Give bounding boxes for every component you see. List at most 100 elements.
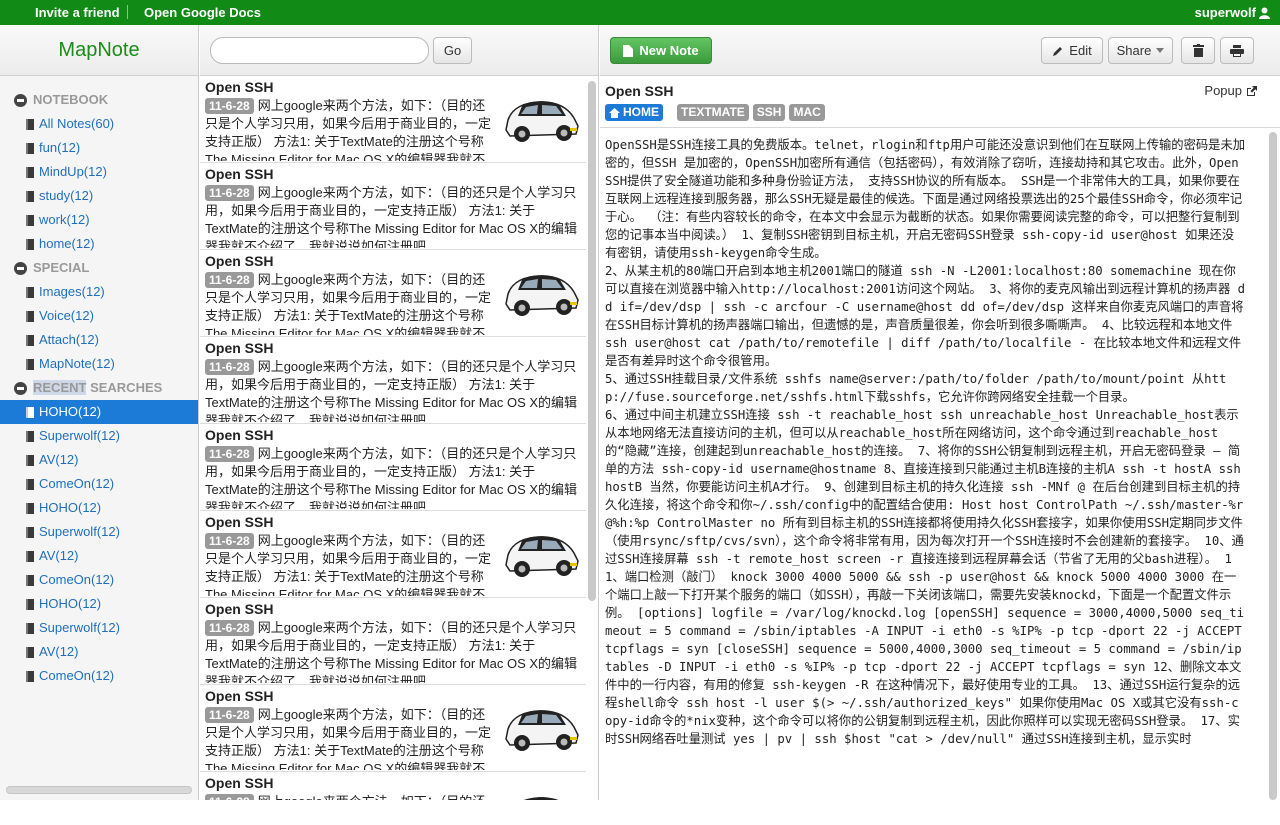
note-list-item[interactable]: Open SSH11-6-28网上google来两个方法，如下：（目的还只是个人… <box>200 163 586 250</box>
notebook-item[interactable]: fun(12) <box>0 136 198 160</box>
print-button[interactable] <box>1220 37 1254 64</box>
note-list-item[interactable]: Open SSH11-6-28网上google来两个方法，如下：（目的还只是个人… <box>200 337 586 424</box>
car-thumbnail-image <box>502 695 582 757</box>
note-item-text: 网上google来两个方法，如下：（目的还只是个人学习只用，如果今后用于商业目的… <box>205 185 578 248</box>
notebook-item[interactable]: MindUp(12) <box>0 160 198 184</box>
collapse-icon[interactable] <box>14 261 27 275</box>
notebook-icon <box>26 238 34 250</box>
toolbar: New Note Edit Share <box>600 25 1280 76</box>
go-button[interactable]: Go <box>433 37 472 64</box>
new-note-button[interactable]: New Note <box>610 37 712 64</box>
note-item-snippet: 11-6-28网上google来两个方法，如下：（目的还只是个人学习只用，如果今… <box>205 706 495 770</box>
recent-search-item[interactable]: ComeOn(12) <box>0 664 198 688</box>
recent-search-item[interactable]: ComeOn(12) <box>0 472 198 496</box>
notebook-icon <box>26 454 34 466</box>
search-input[interactable] <box>210 37 429 64</box>
tag-textmate[interactable]: TEXTMATE <box>677 104 749 121</box>
note-list-item[interactable]: Open SSH11-6-28网上google来两个方法，如下：（目的还只是个人… <box>200 424 586 511</box>
notebook-item[interactable]: All Notes(60) <box>0 112 198 136</box>
special-item[interactable]: Attach(12) <box>0 328 198 352</box>
invite-friend-link[interactable]: Invite a friend <box>35 5 120 20</box>
popup-link[interactable]: Popup <box>1204 83 1258 98</box>
note-title: Open SSH <box>605 83 674 99</box>
user-menu[interactable]: superwolf <box>1195 5 1270 20</box>
note-body: OpenSSH是SSH连接工具的免费版本。telnet，rlogin和ftp用户… <box>605 138 1246 746</box>
notebook-icon <box>26 550 34 562</box>
notebook-item[interactable]: home(12) <box>0 232 198 256</box>
edit-button[interactable]: Edit <box>1041 37 1103 64</box>
search-bar: Go <box>200 25 598 76</box>
recent-search-item[interactable]: HOHO(12) <box>0 400 198 424</box>
tag-ssh[interactable]: SSH <box>752 104 786 121</box>
date-badge: 11-6-28 <box>205 794 254 800</box>
sidebar-item-label: Attach(12) <box>39 332 99 347</box>
tag-label: TEXTMATE <box>681 105 745 119</box>
note-list-item[interactable]: Open SSH11-6-28网上google来两个方法，如下：（目的还只是个人… <box>200 772 586 800</box>
collapse-icon[interactable] <box>14 93 27 107</box>
date-badge: 11-6-28 <box>205 620 254 636</box>
recent-search-item[interactable]: HOHO(12) <box>0 592 198 616</box>
note-item-snippet: 11-6-28网上google来两个方法，如下：（目的还只是个人学习只用，如果今… <box>205 184 581 248</box>
sidebar-item-label: AV(12) <box>39 452 79 467</box>
note-item-snippet: 11-6-28网上google来两个方法，如下：（目的还只是个人学习只用，如果今… <box>205 532 495 596</box>
recent-header-rest: SEARCHES <box>86 380 163 395</box>
recent-search-item[interactable]: AV(12) <box>0 544 198 568</box>
delete-button[interactable] <box>1181 37 1215 64</box>
recent-search-item[interactable]: HOHO(12) <box>0 496 198 520</box>
recent-search-item[interactable]: AV(12) <box>0 448 198 472</box>
sidebar-horizontal-scrollbar[interactable] <box>6 786 192 794</box>
notebook-item[interactable]: study(12) <box>0 184 198 208</box>
sidebar-item-label: HOHO(12) <box>39 500 102 515</box>
note-list-item[interactable]: Open SSH11-6-28网上google来两个方法，如下：（目的还只是个人… <box>200 685 586 772</box>
date-badge: 11-6-28 <box>205 185 254 201</box>
notebook-section-header[interactable]: NOTEBOOK <box>0 88 198 112</box>
date-badge: 11-6-28 <box>205 446 254 462</box>
notebook-icon <box>26 502 34 514</box>
notebook-icon <box>26 166 34 178</box>
notebook-icon <box>26 646 34 658</box>
share-button[interactable]: Share <box>1108 37 1173 64</box>
date-badge: 11-6-28 <box>205 272 254 288</box>
username: superwolf <box>1194 5 1256 20</box>
note-item-snippet: 11-6-28网上google来两个方法，如下：（目的还只是个人学习只用，如果今… <box>205 445 581 509</box>
sidebar-item-label: MindUp(12) <box>39 164 107 179</box>
note-list-item[interactable]: Open SSH11-6-28网上google来两个方法，如下：（目的还只是个人… <box>200 598 586 685</box>
collapse-icon[interactable] <box>14 381 27 395</box>
recent-search-item[interactable]: Superwolf(12) <box>0 424 198 448</box>
recent-search-item[interactable]: AV(12) <box>0 640 198 664</box>
notebook-icon <box>26 430 34 442</box>
open-google-docs-link[interactable]: Open Google Docs <box>144 5 261 20</box>
sidebar-item-label: Images(12) <box>39 284 105 299</box>
note-list-item[interactable]: Open SSH11-6-28网上google来两个方法，如下：（目的还只是个人… <box>200 76 586 163</box>
tag-home[interactable]: HOME <box>605 104 663 121</box>
caret-down-icon <box>1156 48 1165 53</box>
note-detail-panel: New Note Edit Share Open SSH Popup HOME T… <box>600 25 1280 800</box>
note-item-snippet: 11-6-28网上google来两个方法，如下：（目的还只是个人学习只用，如果今… <box>205 271 495 335</box>
note-list-scrollbar[interactable] <box>588 81 596 601</box>
note-item-snippet: 11-6-28网上google来两个方法，如下：（目的还只是个人学习只用，如果今… <box>205 793 495 800</box>
note-list: Open SSH 11-6-28 网上google来两个方法，如下：（目的还只是个人… <box>200 76 586 800</box>
notebook-item[interactable]: work(12) <box>0 208 198 232</box>
car-thumbnail-image <box>502 86 582 148</box>
notebook-icon <box>26 598 34 610</box>
special-item[interactable]: MapNote(12) <box>0 352 198 376</box>
recent-searches-section-header[interactable]: RECENT SEARCHES <box>0 376 198 400</box>
sidebar-item-label: AV(12) <box>39 548 79 563</box>
app-brand[interactable]: MapNote <box>0 25 198 76</box>
sidebar-item-label: ComeOn(12) <box>39 668 115 683</box>
tag-mac[interactable]: MAC <box>789 104 825 121</box>
notebook-icon <box>26 310 34 322</box>
special-item[interactable]: Voice(12) <box>0 304 198 328</box>
notebook-icon <box>26 286 34 298</box>
special-section-header[interactable]: SPECIAL <box>0 256 198 280</box>
recent-search-item[interactable]: Superwolf(12) <box>0 616 198 640</box>
note-list-item[interactable]: Open SSH11-6-28网上google来两个方法，如下：（目的还只是个人… <box>200 511 586 598</box>
recent-search-item[interactable]: Superwolf(12) <box>0 520 198 544</box>
special-item[interactable]: Images(12) <box>0 280 198 304</box>
note-body-scrollbar[interactable] <box>1269 132 1277 800</box>
notebook-icon <box>26 622 34 634</box>
note-list-item[interactable]: Open SSH11-6-28网上google来两个方法，如下：（目的还只是个人… <box>200 250 586 337</box>
tag-list: HOME TEXTMATE SSH MAC <box>605 104 825 121</box>
recent-search-item[interactable]: ComeOn(12) <box>0 568 198 592</box>
note-header: Open SSH Popup HOME TEXTMATE SSH MAC <box>600 76 1280 128</box>
